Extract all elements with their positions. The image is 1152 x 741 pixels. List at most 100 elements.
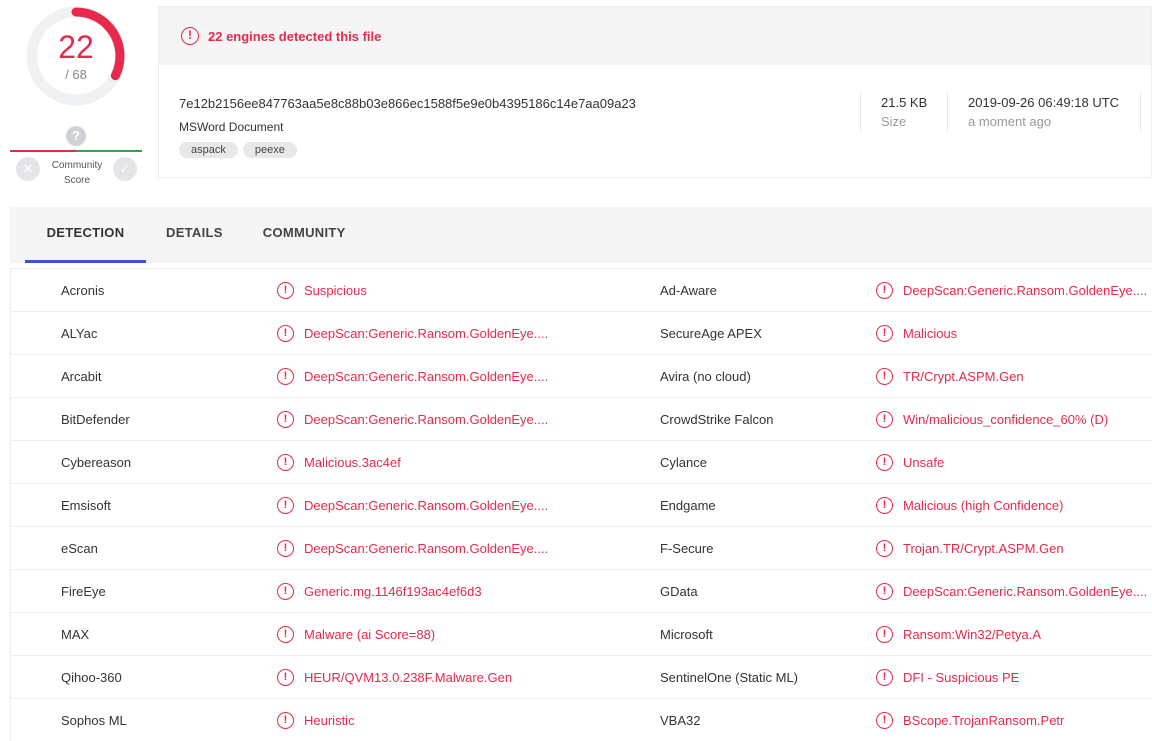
engine-name: Arcabit xyxy=(61,369,102,384)
community-score-label-line-1: Community xyxy=(51,160,103,171)
table-row: Sophos ML! Heuristic VBA32! BScope.TrojanRa… xyxy=(11,699,1152,741)
report-tabs: DETECTION DETAILS COMMUNITY xyxy=(10,207,1152,263)
divider xyxy=(860,93,861,131)
engine-name: Ad-Aware xyxy=(660,283,717,298)
detection-result: Malicious (high Confidence) xyxy=(903,498,1064,513)
detection-table: Acronis! Suspicious Ad-Aware! DeepScan:Gene… xyxy=(10,268,1152,741)
detection-result: DeepScan:Generic.Ransom.GoldenEye.... xyxy=(304,369,549,384)
alert-text: 22 engines detected this file xyxy=(208,28,382,44)
detection-result: Suspicious xyxy=(304,283,367,298)
detection-result: HEUR/QVM13.0.238F.Malware.Gen xyxy=(304,670,513,685)
table-row: BitDefender! DeepScan:Generic.Ransom.Gold… xyxy=(11,398,1152,441)
detection-result: DeepScan:Generic.Ransom.GoldenEye.... xyxy=(304,412,549,427)
file-size-label: Size xyxy=(881,114,907,129)
malicious-alert-icon: ! xyxy=(876,411,893,428)
detection-result: DeepScan:Generic.Ransom.GoldenEye.... xyxy=(304,326,549,341)
vote-harmful-icon[interactable]: ✕ xyxy=(16,157,40,181)
detection-result: Trojan.TR/Crypt.ASPM.Gen xyxy=(903,541,1064,556)
detection-alert: ! 22 engines detected this file xyxy=(159,7,1151,65)
detection-result: Win/malicious_confidence_60% (D) xyxy=(903,412,1109,427)
detection-result: Heuristic xyxy=(304,713,355,728)
file-type: MSWord Document xyxy=(179,120,284,134)
malicious-alert-icon: ! xyxy=(876,454,893,471)
divider xyxy=(947,93,948,131)
engine-name: GData xyxy=(660,584,698,599)
malicious-alert-icon: ! xyxy=(876,368,893,385)
malicious-alert-icon: ! xyxy=(876,282,893,299)
vote-harmless-icon[interactable]: ✓ xyxy=(113,157,137,181)
engine-name: Qihoo-360 xyxy=(61,670,122,685)
malicious-alert-icon: ! xyxy=(277,497,294,514)
tab-community[interactable]: COMMUNITY xyxy=(243,207,366,263)
detection-result: Unsafe xyxy=(903,455,945,470)
detection-result: DeepScan:Generic.Ransom.GoldenEye.... xyxy=(304,541,549,556)
file-tags: aspack peexe xyxy=(179,142,297,158)
malicious-alert-icon: ! xyxy=(277,411,294,428)
engine-name: Microsoft xyxy=(660,627,713,642)
community-negative-bar xyxy=(10,150,76,152)
table-row: ALYac! DeepScan:Generic.Ransom.GoldenEye.… xyxy=(11,312,1152,355)
total-engines: / 68 xyxy=(65,67,87,82)
engine-name: VBA32 xyxy=(660,713,701,728)
table-row: Acronis! Suspicious Ad-Aware! DeepScan:Gene… xyxy=(11,269,1152,312)
malicious-alert-icon: ! xyxy=(277,325,294,342)
malicious-alert-icon: ! xyxy=(277,368,294,385)
table-row: eScan! DeepScan:Generic.Ransom.GoldenEye.… xyxy=(11,527,1152,570)
detection-score-widget: 22 / 68 ? ✕ Community Score ✓ xyxy=(0,0,152,195)
engine-name: Sophos ML xyxy=(61,713,127,728)
engine-name: SentinelOne (Static ML) xyxy=(660,670,799,685)
malicious-alert-icon: ! xyxy=(277,669,294,686)
detection-result: DeepScan:Generic.Ransom.GoldenEye.... xyxy=(903,584,1148,599)
malicious-alert-icon: ! xyxy=(277,583,294,600)
tab-detection[interactable]: DETECTION xyxy=(25,207,146,263)
community-score-label: Community Score xyxy=(44,158,110,188)
detection-result: DeepScan:Generic.Ransom.GoldenEye.... xyxy=(903,283,1148,298)
analysis-date-relative: a moment ago xyxy=(968,114,1052,129)
divider xyxy=(1140,93,1141,131)
detection-result: BScope.TrojanRansom.Petr xyxy=(903,713,1065,728)
file-summary-card: ! 22 engines detected this file 7e12b215… xyxy=(158,6,1152,178)
detection-result: Malicious xyxy=(903,326,958,341)
engine-name: Cybereason xyxy=(61,455,132,470)
engine-name: Emsisoft xyxy=(61,498,111,513)
engine-name: FireEye xyxy=(61,584,106,599)
malicious-alert-icon: ! xyxy=(876,669,893,686)
engine-name: CrowdStrike Falcon xyxy=(660,412,774,427)
engine-name: Cylance xyxy=(660,455,707,470)
file-size-value: 21.5 KB xyxy=(881,95,928,110)
malicious-alert-icon: ! xyxy=(876,540,893,557)
file-hash[interactable]: 7e12b2156ee847763aa5e8c88b03e866ec1588f5… xyxy=(179,96,636,111)
detection-result: Malware (ai Score=88) xyxy=(304,627,436,642)
engine-name: F-Secure xyxy=(660,541,714,556)
malicious-alert-icon: ! xyxy=(876,497,893,514)
analysis-date-value: 2019-09-26 06:49:18 UTC xyxy=(968,95,1120,110)
engine-name: SecureAge APEX xyxy=(660,326,762,341)
detection-result: DFI - Suspicious PE xyxy=(903,670,1020,685)
detection-result: TR/Crypt.ASPM.Gen xyxy=(903,369,1024,384)
table-row: Arcabit! DeepScan:Generic.Ransom.GoldenEy… xyxy=(11,355,1152,398)
malicious-alert-icon: ! xyxy=(876,626,893,643)
table-row: MAX! Malware (ai Score=88) Microsoft! Ranso… xyxy=(11,613,1152,656)
table-row: Qihoo-360! HEUR/QVM13.0.238F.Malware.Gen S… xyxy=(11,656,1152,699)
engine-name: ALYac xyxy=(61,326,98,341)
detected-count: 22 xyxy=(58,29,94,65)
detection-result: Generic.mg.1146f193ac4ef6d3 xyxy=(304,584,482,599)
engine-name: Avira (no cloud) xyxy=(660,369,751,384)
malicious-alert-icon: ! xyxy=(277,540,294,557)
tag-peexe[interactable]: peexe xyxy=(242,142,297,158)
malicious-alert-icon: ! xyxy=(277,712,294,729)
malicious-alert-icon: ! xyxy=(277,454,294,471)
malicious-alert-icon: ! xyxy=(876,583,893,600)
malicious-alert-icon: ! xyxy=(876,325,893,342)
community-positive-bar xyxy=(76,150,142,152)
tab-details[interactable]: DETAILS xyxy=(146,207,243,263)
alert-icon: ! xyxy=(181,27,199,45)
detection-gauge: 22 / 68 xyxy=(26,6,126,106)
table-row: Cybereason! Malicious.3ac4ef Cylance! Unsaf… xyxy=(11,441,1152,484)
engine-name: BitDefender xyxy=(61,412,130,427)
question-icon[interactable]: ? xyxy=(66,126,86,146)
table-row: Emsisoft! DeepScan:Generic.Ransom.GoldenE… xyxy=(11,484,1152,527)
tag-aspack[interactable]: aspack xyxy=(179,142,238,158)
community-score-label-line-2: Score xyxy=(63,175,91,186)
detection-result: Ransom:Win32/Petya.A xyxy=(903,627,1042,642)
